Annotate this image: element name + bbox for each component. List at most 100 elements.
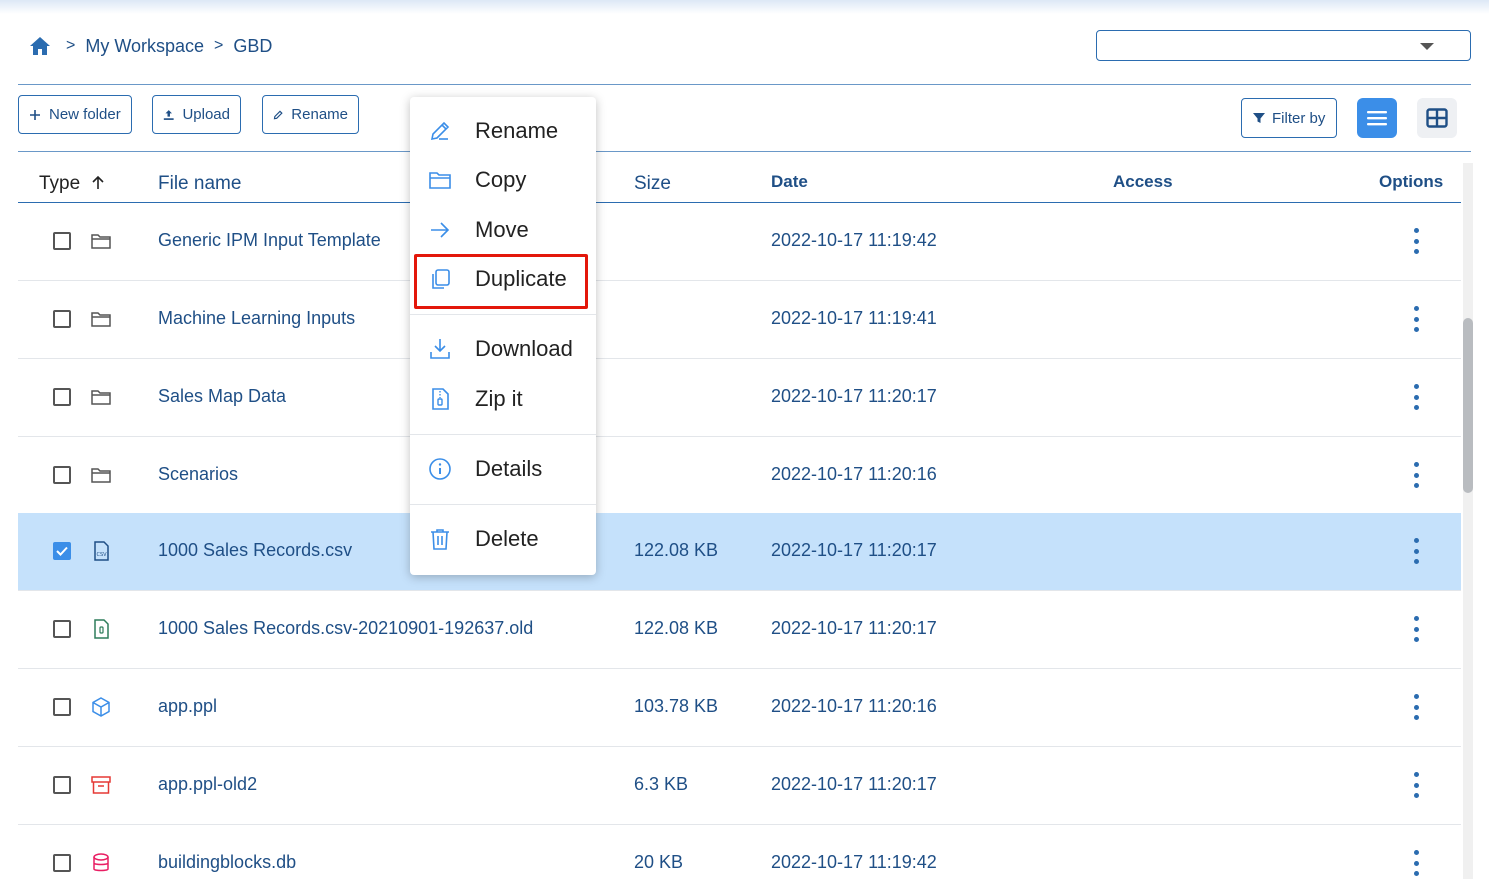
upload-button[interactable]: Upload — [152, 95, 241, 134]
file-date: 2022-10-17 11:20:17 — [771, 774, 937, 794]
file-name[interactable]: buildingblocks.db — [158, 852, 296, 873]
row-checkbox[interactable] — [53, 776, 71, 794]
column-header-size[interactable]: Size — [634, 173, 671, 195]
file-date: 2022-10-17 11:19:41 — [771, 308, 937, 328]
file-date: 2022-10-17 11:19:42 — [771, 852, 937, 872]
file-name[interactable]: Generic IPM Input Template — [158, 230, 381, 251]
file-name[interactable]: Scenarios — [158, 464, 238, 485]
top-shadow — [0, 0, 1489, 14]
filter-icon — [1253, 113, 1265, 123]
folder-icon — [91, 390, 111, 405]
menu-item-details[interactable]: Details — [410, 447, 596, 491]
folder-icon — [91, 312, 111, 327]
row-checkbox-checked[interactable] — [53, 542, 71, 560]
row-checkbox[interactable] — [53, 698, 71, 716]
edit-icon — [273, 109, 283, 119]
context-menu: Rename Copy Move Duplicate Download Zip … — [410, 97, 596, 575]
file-name[interactable]: app.ppl — [158, 696, 217, 717]
file-name[interactable]: Machine Learning Inputs — [158, 308, 355, 329]
column-header-type[interactable]: Type — [39, 173, 105, 195]
file-name[interactable]: 1000 Sales Records.csv-20210901-192637.o… — [158, 618, 533, 639]
svg-text:CSV: CSV — [97, 552, 108, 558]
chevron-down-icon — [1420, 43, 1434, 50]
kebab-menu-icon[interactable] — [1408, 228, 1424, 254]
breadcrumb-item-gbd[interactable]: GBD — [233, 36, 272, 57]
column-header-type-label: Type — [39, 173, 81, 194]
kebab-menu-icon[interactable] — [1408, 306, 1424, 332]
table-row[interactable]: buildingblocks.db 20 KB 2022-10-17 11:19… — [18, 825, 1461, 879]
vertical-scrollbar[interactable] — [1463, 163, 1473, 879]
list-icon — [1367, 111, 1387, 126]
arrow-right-icon — [431, 222, 450, 238]
divider — [18, 84, 1471, 85]
table-row[interactable]: 1000 Sales Records.csv-20210901-192637.o… — [18, 591, 1461, 669]
menu-divider — [410, 504, 596, 505]
kebab-menu-icon[interactable] — [1408, 384, 1424, 410]
menu-item-zip[interactable]: Zip it — [410, 377, 596, 421]
menu-item-download[interactable]: Download — [410, 327, 596, 371]
menu-item-label: Rename — [475, 118, 559, 143]
table-row[interactable]: app.ppl 103.78 KB 2022-10-17 11:20:16 — [18, 669, 1461, 747]
menu-divider — [410, 434, 596, 435]
column-header-access[interactable]: Access — [1113, 172, 1173, 192]
zip-icon — [432, 388, 449, 410]
row-checkbox[interactable] — [53, 620, 71, 638]
column-header-date[interactable]: Date — [771, 172, 808, 192]
file-size: 6.3 KB — [634, 774, 689, 794]
row-checkbox[interactable] — [53, 310, 71, 328]
table-row[interactable]: Generic IPM Input Template 2022-10-17 11… — [18, 203, 1461, 281]
kebab-menu-icon[interactable] — [1408, 850, 1424, 876]
row-checkbox[interactable] — [53, 388, 71, 406]
kebab-menu-icon[interactable] — [1408, 462, 1424, 488]
file-date: 2022-10-17 11:20:16 — [771, 464, 937, 484]
folder-icon — [91, 234, 111, 249]
table-row[interactable]: Sales Map Data 2022-10-17 11:20:17 — [18, 359, 1461, 437]
info-icon — [429, 458, 451, 480]
kebab-menu-icon[interactable] — [1408, 538, 1424, 564]
breadcrumb-separator: > — [214, 37, 224, 54]
file-date: 2022-10-17 11:19:42 — [771, 230, 937, 250]
table-row[interactable]: CSV 1000 Sales Records.csv 122.08 KB 202… — [18, 513, 1461, 591]
table-row[interactable]: Scenarios 2022-10-17 11:20:16 — [18, 437, 1461, 515]
table-header: Type File name Size Date Access Options — [18, 162, 1461, 203]
table-row[interactable]: app.ppl-old2 6.3 KB 2022-10-17 11:20:17 — [18, 747, 1461, 825]
grid-icon — [1426, 108, 1448, 128]
kebab-menu-icon[interactable] — [1408, 616, 1424, 642]
kebab-menu-icon[interactable] — [1408, 694, 1424, 720]
menu-item-copy[interactable]: Copy — [410, 158, 596, 202]
new-folder-button[interactable]: New folder — [18, 95, 132, 134]
file-name[interactable]: 1000 Sales Records.csv — [158, 540, 352, 561]
plus-icon — [30, 109, 40, 120]
row-checkbox[interactable] — [53, 854, 71, 872]
menu-item-rename[interactable]: Rename — [410, 109, 596, 153]
file-name[interactable]: app.ppl-old2 — [158, 774, 257, 795]
arrow-up-icon — [92, 175, 105, 189]
breadcrumb-separator: > — [66, 37, 76, 54]
rename-button[interactable]: Rename — [262, 95, 359, 134]
kebab-menu-icon[interactable] — [1408, 772, 1424, 798]
menu-item-label: Delete — [475, 526, 539, 551]
cube-icon — [92, 697, 110, 717]
menu-item-delete[interactable]: Delete — [410, 517, 596, 561]
filter-button[interactable]: Filter by — [1241, 98, 1337, 138]
file-size: 122.08 KB — [634, 540, 719, 560]
duplicate-highlight-box — [414, 254, 588, 309]
menu-item-label: Details — [475, 456, 543, 481]
column-header-file-name[interactable]: File name — [158, 173, 241, 195]
breadcrumb-item-workspace[interactable]: My Workspace — [85, 36, 204, 57]
column-header-options: Options — [1379, 172, 1444, 191]
scrollbar-thumb[interactable] — [1463, 318, 1473, 493]
edit-icon — [430, 121, 450, 141]
file-date: 2022-10-17 11:20:16 — [771, 696, 937, 716]
home-icon[interactable] — [28, 34, 52, 58]
file-date: 2022-10-17 11:20:17 — [771, 540, 937, 560]
row-checkbox[interactable] — [53, 232, 71, 250]
table-row[interactable]: Machine Learning Inputs 2022-10-17 11:19… — [18, 281, 1461, 359]
menu-item-move[interactable]: Move — [410, 208, 596, 252]
grid-view-button[interactable] — [1417, 98, 1457, 138]
breadcrumb: > My Workspace > GBD — [28, 32, 282, 60]
row-checkbox[interactable] — [53, 466, 71, 484]
list-view-button[interactable] — [1357, 98, 1397, 138]
file-name[interactable]: Sales Map Data — [158, 386, 286, 407]
workspace-select[interactable] — [1096, 30, 1471, 61]
